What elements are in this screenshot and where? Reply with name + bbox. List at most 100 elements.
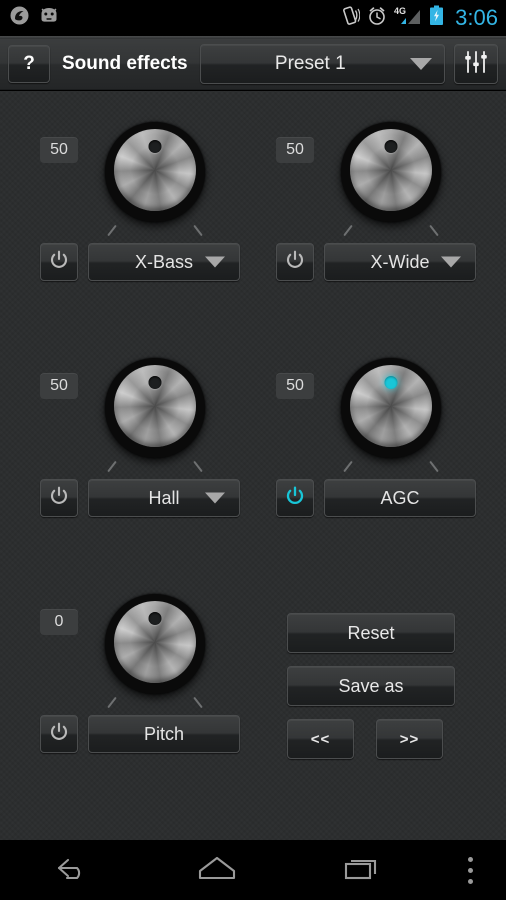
preset-spinner-label: Preset 1 bbox=[274, 53, 346, 74]
equalizer-button[interactable] bbox=[454, 44, 498, 84]
next-preset-button[interactable]: >> bbox=[376, 719, 443, 759]
knob-tick-right bbox=[429, 224, 439, 237]
knob-body bbox=[105, 594, 205, 694]
effect-select-hall[interactable]: Hall bbox=[88, 479, 240, 517]
knob-indicator-dot bbox=[148, 140, 162, 153]
power-button-agc[interactable] bbox=[276, 479, 314, 517]
vibrate-icon bbox=[341, 5, 361, 31]
help-button[interactable]: ? bbox=[8, 45, 50, 83]
previous-preset-button[interactable]: << bbox=[287, 719, 354, 759]
equalizer-sliders-icon bbox=[463, 49, 489, 80]
power-button-pitch[interactable] bbox=[40, 715, 78, 753]
value-badge-hall: 50 bbox=[40, 373, 78, 399]
chevron-down-icon bbox=[410, 58, 432, 70]
reset-button[interactable]: Reset bbox=[287, 613, 455, 653]
overflow-menu-icon bbox=[467, 854, 473, 887]
save-as-button[interactable]: Save as bbox=[287, 666, 455, 706]
app-logo-icon bbox=[10, 6, 29, 30]
effect-cell-pitch: 0 Pitch bbox=[26, 589, 250, 753]
knob-face bbox=[114, 365, 196, 447]
power-icon bbox=[49, 486, 69, 511]
page-title: Sound effects bbox=[62, 53, 188, 74]
knob-face bbox=[350, 129, 432, 211]
knob-pitch[interactable] bbox=[98, 593, 212, 709]
system-navigation-bar bbox=[0, 840, 506, 900]
alarm-clock-icon bbox=[367, 6, 387, 31]
chevron-down-icon bbox=[205, 256, 225, 268]
nav-overflow-button[interactable] bbox=[434, 840, 506, 900]
knob-face bbox=[114, 601, 196, 683]
value-badge-pitch: 0 bbox=[40, 609, 78, 635]
battery-charging-icon bbox=[429, 5, 444, 31]
power-icon bbox=[49, 722, 69, 747]
knob-agc[interactable] bbox=[334, 357, 448, 473]
knob-tick-left bbox=[343, 460, 353, 473]
knob-x-bass[interactable] bbox=[98, 121, 212, 237]
effect-select-agc[interactable]: AGC bbox=[324, 479, 476, 517]
android-screen: 4G 3:06 ? Sound effects Preset 1 50 X-Ba… bbox=[0, 0, 506, 900]
effect-label: Pitch bbox=[143, 723, 185, 744]
overflow-dot bbox=[467, 867, 473, 873]
knob-tick-left bbox=[107, 224, 117, 237]
status-clock: 3:06 bbox=[455, 5, 498, 30]
power-button-x-bass[interactable] bbox=[40, 243, 78, 281]
control-row: Pitch bbox=[40, 715, 240, 753]
effect-label-pitch[interactable]: Pitch bbox=[88, 715, 240, 753]
power-icon bbox=[49, 250, 69, 275]
effect-cell-hall: 50 Hall bbox=[26, 353, 250, 517]
chevron-down-icon bbox=[205, 492, 225, 504]
knob-tick-right bbox=[193, 696, 203, 709]
knob-hall[interactable] bbox=[98, 357, 212, 473]
power-button-x-wide[interactable] bbox=[276, 243, 314, 281]
preset-nav-pair: << >> bbox=[287, 719, 455, 759]
knob-indicator-dot bbox=[384, 140, 398, 153]
knob-tick-right bbox=[193, 460, 203, 473]
knob-body bbox=[341, 122, 441, 222]
preset-actions: Reset Save as << >> bbox=[287, 613, 455, 759]
effect-cell-x-bass: 50 X-Bass bbox=[26, 117, 250, 281]
control-row: AGC bbox=[276, 479, 476, 517]
overflow-dot bbox=[467, 878, 473, 884]
knob-row: 50 bbox=[26, 353, 250, 475]
power-icon bbox=[285, 250, 305, 275]
knob-body bbox=[341, 358, 441, 458]
status-bar: 4G 3:06 bbox=[0, 0, 506, 36]
knob-tick-right bbox=[429, 460, 439, 473]
knob-tick-right bbox=[193, 224, 203, 237]
effect-select-x-wide[interactable]: X-Wide bbox=[324, 243, 476, 281]
knob-row: 50 bbox=[26, 117, 250, 239]
home-icon bbox=[189, 852, 245, 889]
knob-tick-left bbox=[343, 224, 353, 237]
nav-recents-button[interactable] bbox=[289, 840, 434, 900]
chevron-down-icon bbox=[441, 256, 461, 268]
preset-spinner[interactable]: Preset 1 bbox=[199, 44, 445, 84]
value-badge-x-bass: 50 bbox=[40, 137, 78, 163]
knob-x-wide[interactable] bbox=[334, 121, 448, 237]
value-badge-x-wide: 50 bbox=[276, 137, 314, 163]
knob-body bbox=[105, 358, 205, 458]
knob-body bbox=[105, 122, 205, 222]
knob-indicator-dot bbox=[384, 376, 398, 389]
status-system-icons: 4G 3:06 bbox=[341, 5, 498, 31]
effect-select-x-bass[interactable]: X-Bass bbox=[88, 243, 240, 281]
control-row: X-Wide bbox=[276, 243, 476, 281]
nav-home-button[interactable] bbox=[145, 840, 290, 900]
knob-row: 0 bbox=[26, 589, 250, 711]
action-bar: ? Sound effects Preset 1 bbox=[0, 39, 506, 90]
knob-row: 50 bbox=[262, 353, 486, 475]
control-row: Hall bbox=[40, 479, 240, 517]
android-bugdroid-icon bbox=[38, 7, 60, 29]
status-notification-icons bbox=[10, 6, 60, 30]
power-button-hall[interactable] bbox=[40, 479, 78, 517]
signal-4g-icon: 4G bbox=[394, 5, 422, 31]
overflow-dot bbox=[467, 856, 473, 862]
effect-cell-agc: 50 AGC bbox=[262, 353, 486, 517]
recents-icon bbox=[337, 852, 387, 889]
control-row: X-Bass bbox=[40, 243, 240, 281]
knob-tick-left bbox=[107, 460, 117, 473]
knob-indicator-dot bbox=[148, 376, 162, 389]
knob-tick-left bbox=[107, 696, 117, 709]
sound-effects-panel: 50 X-Bass 50 X-Wide 50 Hall 50 AGC 0 Pit… bbox=[0, 91, 506, 840]
nav-back-button[interactable] bbox=[0, 840, 145, 900]
svg-text:4G: 4G bbox=[394, 6, 406, 16]
